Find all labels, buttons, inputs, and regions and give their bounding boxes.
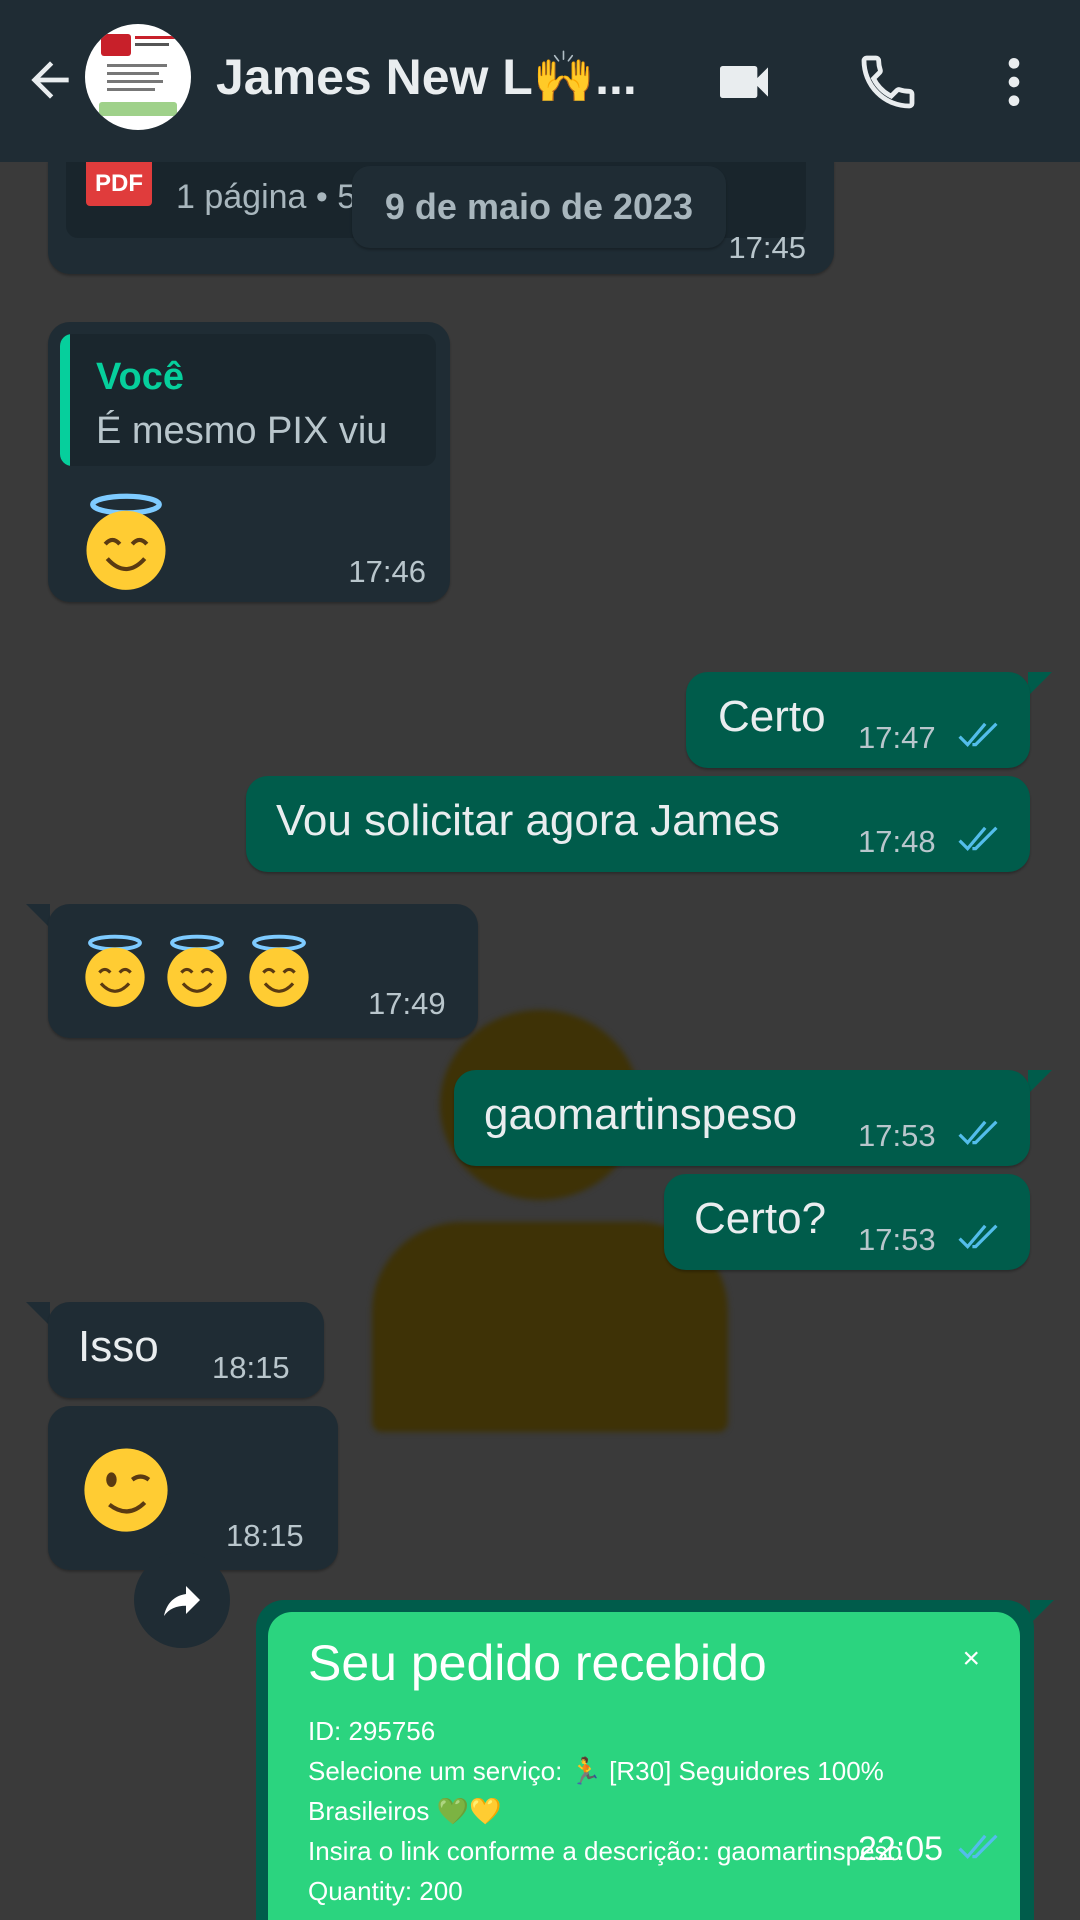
card-title: Seu pedido recebido (308, 1635, 767, 1691)
smiling-face-with-halo-icon (86, 493, 166, 590)
incoming-message[interactable]: 18:15 (48, 1406, 338, 1570)
winking-face-icon (84, 1448, 168, 1532)
message-time: 18:15 (226, 1518, 304, 1553)
date-divider: 9 de maio de 2023 (352, 166, 726, 248)
message-time: 17:48 (858, 824, 936, 859)
chat-header: James New L🙌... (0, 0, 1080, 162)
back-arrow-icon[interactable] (22, 52, 78, 108)
phone-icon[interactable] (856, 50, 920, 114)
close-icon: × (962, 1642, 980, 1675)
outgoing-message[interactable]: gaomartinspeso 17:53 (454, 1070, 1030, 1166)
smiling-face-with-halo-icon (85, 934, 145, 1007)
smiling-face-with-halo-icon (249, 934, 309, 1007)
quoted-author: Você (96, 356, 185, 398)
document-meta: 1 página • 5 (176, 178, 357, 216)
card-line-id: ID: 295756 (308, 1716, 436, 1746)
more-vert-icon[interactable] (982, 50, 1046, 114)
message-time: 22:05 (858, 1830, 944, 1868)
message-text: gaomartinspeso (484, 1090, 798, 1139)
outgoing-message[interactable]: Certo? 17:53 (664, 1174, 1030, 1270)
smiling-face-with-halo-icon (167, 934, 227, 1007)
message-time: 17:46 (348, 554, 426, 589)
message-text: Certo (718, 692, 826, 741)
card-line-service: Selecione um serviço: 🏃 [R30] Seguidores… (308, 1756, 884, 1786)
read-receipt-icon (958, 826, 998, 851)
contact-name[interactable]: James New L🙌... (216, 48, 656, 107)
outgoing-message[interactable]: Certo 17:47 (686, 672, 1030, 768)
card-line-link: Insira o link conforme a descrição:: gao… (308, 1836, 902, 1866)
reply-message[interactable]: Você É mesmo PIX viu 17:46 (48, 322, 450, 602)
video-call-icon[interactable] (712, 50, 776, 114)
message-text: Certo? (694, 1194, 827, 1243)
contact-avatar[interactable] (85, 24, 191, 130)
message-text: Vou solicitar agora James (276, 796, 780, 845)
message-time: 18:15 (212, 1350, 290, 1385)
quoted-text: É mesmo PIX viu (96, 410, 388, 452)
forward-icon (164, 1586, 200, 1616)
incoming-message[interactable]: 17:49 (48, 904, 478, 1038)
card-line-quantity: Quantity: 200 (308, 1876, 463, 1906)
outgoing-message[interactable]: Vou solicitar agora James 17:48 (246, 776, 1030, 872)
read-receipt-icon (958, 722, 998, 747)
message-text: Isso (78, 1322, 159, 1371)
read-receipt-icon (958, 1834, 998, 1859)
card-line-brasileiros: Brasileiros 💚💛 (308, 1796, 502, 1826)
forward-button[interactable] (134, 1552, 230, 1648)
read-receipt-icon (958, 1120, 998, 1145)
message-time: 17:53 (858, 1222, 936, 1257)
message-time: 17:45 (728, 230, 806, 265)
read-receipt-icon (958, 1224, 998, 1249)
pdf-icon: PDF (86, 162, 152, 206)
message-time: 17:49 (368, 986, 446, 1021)
incoming-message[interactable]: Isso 18:15 (48, 1302, 324, 1398)
order-card-image[interactable]: Seu pedido recebido × ID: 295756 Selecio… (268, 1612, 1020, 1920)
message-time: 17:53 (858, 1118, 936, 1153)
message-time: 17:47 (858, 720, 936, 755)
quoted-message[interactable]: Você É mesmo PIX viu (60, 334, 436, 466)
